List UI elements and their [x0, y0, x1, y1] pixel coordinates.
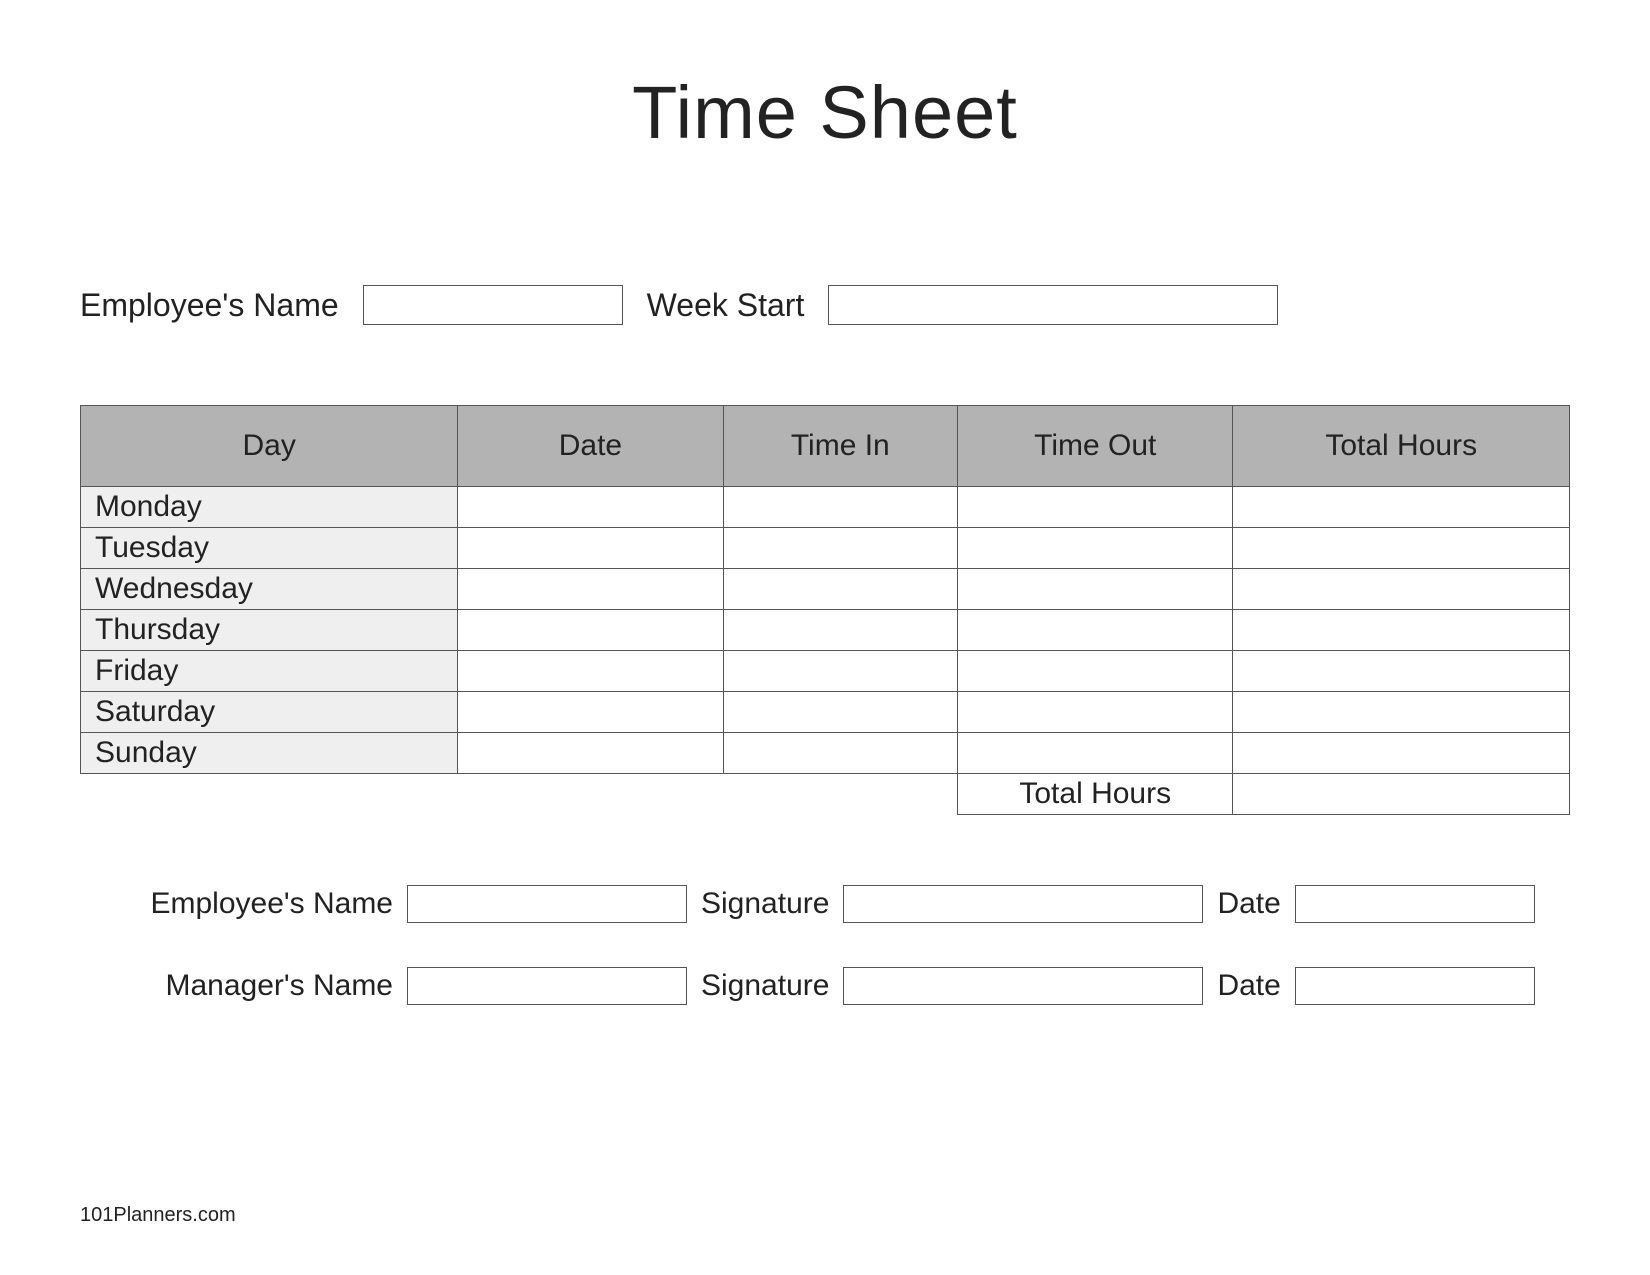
header-date: Date [458, 406, 723, 487]
grand-total-label: Total Hours [958, 774, 1233, 815]
spacer-cell [458, 774, 723, 815]
total-hours-cell[interactable] [1233, 487, 1570, 528]
signature-block: Employee's Name Signature Date Manager's… [80, 885, 1570, 1005]
time-out-cell[interactable] [958, 610, 1233, 651]
time-in-cell[interactable] [723, 569, 958, 610]
header-time-out: Time Out [958, 406, 1233, 487]
page-title: Time Sheet [80, 70, 1570, 155]
table-row: Thursday [81, 610, 1570, 651]
week-start-label: Week Start [647, 287, 805, 324]
time-out-cell[interactable] [958, 569, 1233, 610]
day-cell: Sunday [81, 733, 458, 774]
week-start-field[interactable] [828, 285, 1278, 325]
time-in-cell[interactable] [723, 610, 958, 651]
total-hours-cell[interactable] [1233, 692, 1570, 733]
timesheet-table: Day Date Time In Time Out Total Hours Mo… [80, 405, 1570, 815]
employee-date-field[interactable] [1295, 885, 1535, 923]
employee-name-label: Employee's Name [80, 287, 339, 324]
employee-signature-row: Employee's Name Signature Date [80, 885, 1570, 923]
time-in-cell[interactable] [723, 651, 958, 692]
manager-signature-field[interactable] [843, 967, 1203, 1005]
total-hours-cell[interactable] [1233, 733, 1570, 774]
time-out-cell[interactable] [958, 733, 1233, 774]
time-in-cell[interactable] [723, 528, 958, 569]
header-total-hours: Total Hours [1233, 406, 1570, 487]
day-cell: Wednesday [81, 569, 458, 610]
total-hours-cell[interactable] [1233, 569, 1570, 610]
table-header-row: Day Date Time In Time Out Total Hours [81, 406, 1570, 487]
time-out-cell[interactable] [958, 692, 1233, 733]
date-cell[interactable] [458, 651, 723, 692]
day-cell: Saturday [81, 692, 458, 733]
employee-name-field[interactable] [363, 285, 623, 325]
date-cell[interactable] [458, 610, 723, 651]
time-out-cell[interactable] [958, 487, 1233, 528]
grand-total-value[interactable] [1233, 774, 1570, 815]
manager-signature-row: Manager's Name Signature Date [80, 967, 1570, 1005]
time-out-cell[interactable] [958, 651, 1233, 692]
table-row: Tuesday [81, 528, 1570, 569]
employee-name-sig-field[interactable] [407, 885, 687, 923]
date-cell[interactable] [458, 733, 723, 774]
time-out-cell[interactable] [958, 528, 1233, 569]
date-cell[interactable] [458, 692, 723, 733]
day-cell: Tuesday [81, 528, 458, 569]
table-row: Saturday [81, 692, 1570, 733]
date-cell[interactable] [458, 569, 723, 610]
manager-date-field[interactable] [1295, 967, 1535, 1005]
total-hours-cell[interactable] [1233, 528, 1570, 569]
day-cell: Monday [81, 487, 458, 528]
footer-attribution: 101Planners.com [80, 1204, 236, 1227]
spacer-cell [81, 774, 458, 815]
manager-signature-label: Signature [701, 969, 829, 1003]
manager-date-label: Date [1217, 969, 1280, 1003]
header-day: Day [81, 406, 458, 487]
grand-total-row: Total Hours [81, 774, 1570, 815]
manager-name-sig-field[interactable] [407, 967, 687, 1005]
time-in-cell[interactable] [723, 487, 958, 528]
time-in-cell[interactable] [723, 692, 958, 733]
table-row: Wednesday [81, 569, 1570, 610]
manager-name-sig-label: Manager's Name [118, 969, 393, 1003]
time-in-cell[interactable] [723, 733, 958, 774]
day-cell: Friday [81, 651, 458, 692]
date-cell[interactable] [458, 487, 723, 528]
employee-name-sig-label: Employee's Name [118, 887, 393, 921]
table-row: Monday [81, 487, 1570, 528]
total-hours-cell[interactable] [1233, 610, 1570, 651]
day-cell: Thursday [81, 610, 458, 651]
employee-date-label: Date [1217, 887, 1280, 921]
header-time-in: Time In [723, 406, 958, 487]
timesheet-page: Time Sheet Employee's Name Week Start Da… [0, 0, 1650, 1275]
total-hours-cell[interactable] [1233, 651, 1570, 692]
spacer-cell [723, 774, 958, 815]
employee-signature-label: Signature [701, 887, 829, 921]
table-row: Sunday [81, 733, 1570, 774]
top-fields-row: Employee's Name Week Start [80, 285, 1570, 325]
table-row: Friday [81, 651, 1570, 692]
employee-signature-field[interactable] [843, 885, 1203, 923]
date-cell[interactable] [458, 528, 723, 569]
